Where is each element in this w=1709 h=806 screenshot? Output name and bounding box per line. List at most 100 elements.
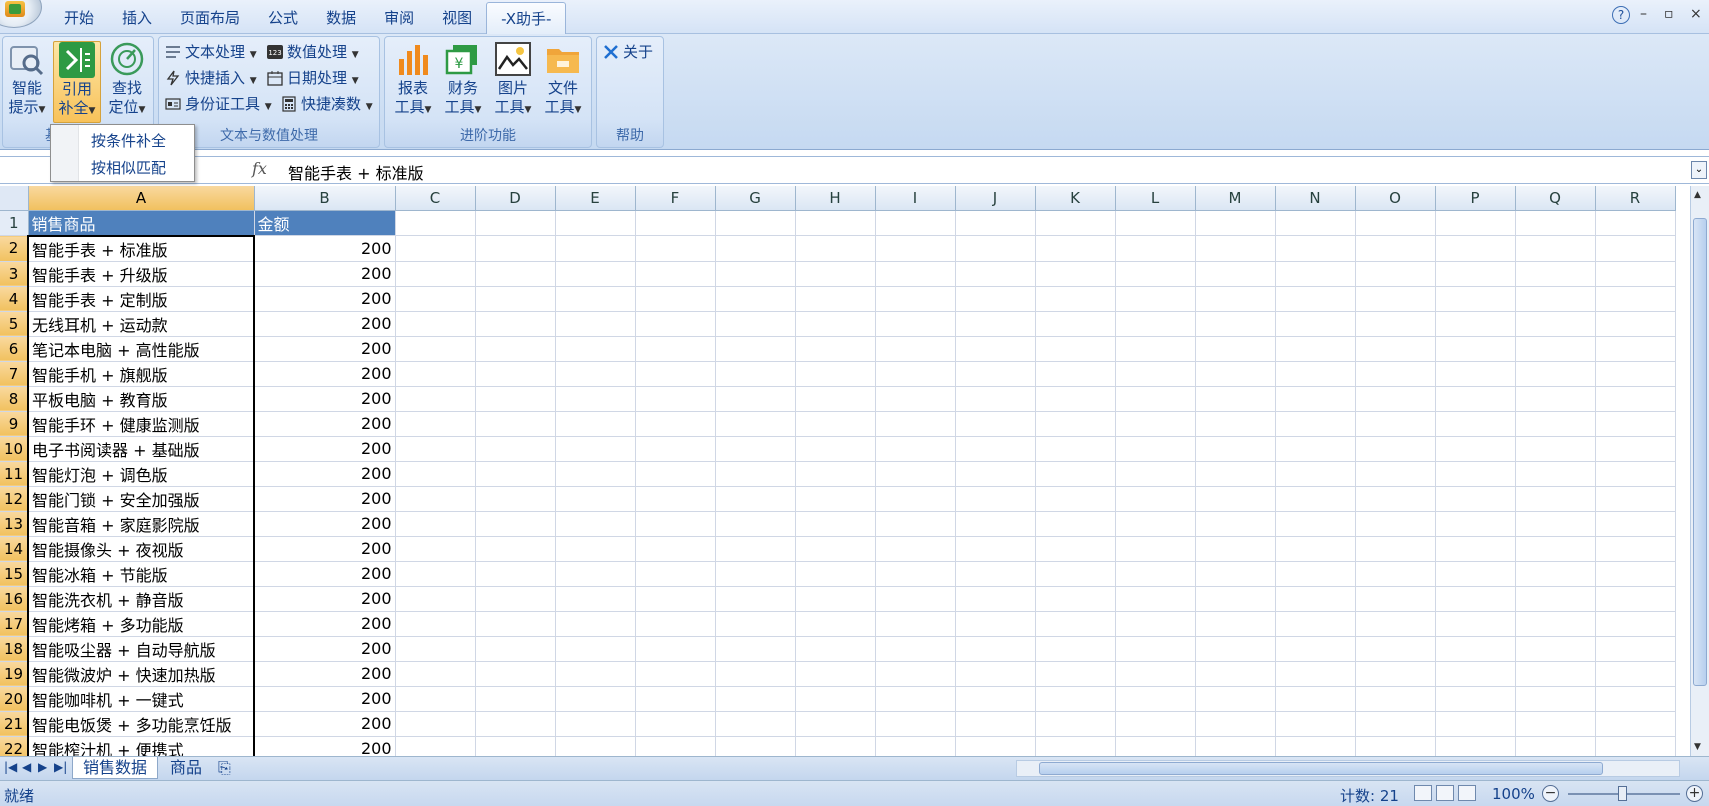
cell[interactable] xyxy=(635,261,716,287)
cell[interactable] xyxy=(1195,586,1276,612)
cell[interactable] xyxy=(875,311,956,337)
cell[interactable] xyxy=(1195,686,1276,712)
cell[interactable] xyxy=(715,210,796,236)
cell[interactable] xyxy=(1595,561,1676,587)
row-header[interactable]: 16 xyxy=(0,586,29,612)
cell[interactable] xyxy=(1595,711,1676,737)
cell[interactable] xyxy=(1275,561,1356,587)
cell-b[interactable]: 200 xyxy=(254,636,396,662)
cell[interactable] xyxy=(1035,436,1116,462)
cell-b[interactable]: 200 xyxy=(254,361,396,387)
cell-a[interactable]: 电子书阅读器 + 基础版 xyxy=(27,436,255,462)
cell[interactable] xyxy=(1435,711,1516,737)
cell[interactable] xyxy=(1035,511,1116,537)
cell[interactable] xyxy=(1515,286,1596,312)
cell[interactable] xyxy=(635,411,716,437)
cell-b[interactable]: 200 xyxy=(254,536,396,562)
cell[interactable] xyxy=(395,210,476,236)
cell[interactable] xyxy=(795,361,876,387)
cell[interactable] xyxy=(955,636,1036,662)
cell[interactable] xyxy=(1355,336,1436,362)
cell[interactable] xyxy=(1195,361,1276,387)
cell[interactable] xyxy=(1515,361,1596,387)
cell[interactable] xyxy=(1435,511,1516,537)
cell-a[interactable]: 平板电脑 + 教育版 xyxy=(27,386,255,412)
cell[interactable] xyxy=(1595,235,1676,262)
cell[interactable] xyxy=(955,661,1036,687)
cell[interactable] xyxy=(1275,235,1356,262)
cell-b[interactable]: 200 xyxy=(254,311,396,337)
cell[interactable] xyxy=(475,686,556,712)
cell[interactable] xyxy=(1355,486,1436,512)
page-break-view-icon[interactable] xyxy=(1458,785,1476,801)
cell[interactable] xyxy=(1115,661,1196,687)
cell[interactable] xyxy=(1275,686,1356,712)
cell[interactable] xyxy=(955,686,1036,712)
image-tool-button[interactable]: 图片 工具▼ xyxy=(489,41,537,123)
cell[interactable] xyxy=(1435,561,1516,587)
cell[interactable] xyxy=(1595,311,1676,337)
cell[interactable] xyxy=(555,586,636,612)
cell[interactable] xyxy=(395,461,476,487)
cell[interactable] xyxy=(875,636,956,662)
cell-a[interactable]: 智能手表 + 升级版 xyxy=(27,261,255,287)
cell[interactable] xyxy=(1435,411,1516,437)
next-sheet-icon[interactable]: ▶ xyxy=(38,760,47,774)
cell[interactable] xyxy=(1275,636,1356,662)
cell[interactable] xyxy=(1115,210,1196,236)
cell[interactable] xyxy=(1035,286,1116,312)
cell[interactable] xyxy=(1115,286,1196,312)
cell-b[interactable]: 200 xyxy=(254,461,396,487)
horizontal-scrollbar[interactable] xyxy=(1016,760,1680,777)
cell[interactable] xyxy=(475,336,556,362)
column-header[interactable]: O xyxy=(1355,186,1436,211)
cell[interactable] xyxy=(1515,261,1596,287)
tab-x-helper[interactable]: -X助手- xyxy=(486,2,567,34)
cell[interactable] xyxy=(395,286,476,312)
cell[interactable] xyxy=(1035,636,1116,662)
cell[interactable] xyxy=(1515,235,1596,262)
cell[interactable] xyxy=(1515,511,1596,537)
cell[interactable] xyxy=(1275,661,1356,687)
cell[interactable] xyxy=(395,561,476,587)
cell-a[interactable]: 无线耳机 + 运动款 xyxy=(27,311,255,337)
cell[interactable] xyxy=(1035,386,1116,412)
row-header[interactable]: 17 xyxy=(0,611,29,637)
row-header[interactable]: 1 xyxy=(0,210,29,236)
cell[interactable] xyxy=(475,486,556,512)
cell[interactable] xyxy=(795,561,876,587)
cell[interactable] xyxy=(555,411,636,437)
cell[interactable] xyxy=(1355,611,1436,637)
cell-b[interactable]: 200 xyxy=(254,586,396,612)
cell[interactable] xyxy=(635,611,716,637)
cell[interactable] xyxy=(715,436,796,462)
cell[interactable] xyxy=(635,386,716,412)
cell[interactable] xyxy=(715,661,796,687)
column-header[interactable]: K xyxy=(1035,186,1116,211)
cell-a[interactable]: 智能手表 + 定制版 xyxy=(27,286,255,312)
quick-sum-button[interactable]: 快捷凑数 ▼ xyxy=(281,93,373,115)
cell[interactable] xyxy=(1195,611,1276,637)
cell[interactable] xyxy=(555,511,636,537)
cell[interactable] xyxy=(715,411,796,437)
cell[interactable] xyxy=(1435,686,1516,712)
cell[interactable] xyxy=(1435,461,1516,487)
cell-b[interactable]: 200 xyxy=(254,686,396,712)
cell[interactable] xyxy=(555,561,636,587)
cell[interactable] xyxy=(1275,336,1356,362)
cell[interactable] xyxy=(1595,361,1676,387)
cell[interactable] xyxy=(875,436,956,462)
cell-a[interactable]: 智能手环 + 健康监测版 xyxy=(27,411,255,437)
cell-b[interactable]: 200 xyxy=(254,411,396,437)
cell[interactable] xyxy=(955,261,1036,287)
restore-icon[interactable]: ▫ xyxy=(1664,6,1674,22)
cell[interactable] xyxy=(955,486,1036,512)
cell[interactable] xyxy=(955,386,1036,412)
cell[interactable] xyxy=(715,586,796,612)
cell[interactable] xyxy=(1035,486,1116,512)
cell[interactable] xyxy=(1435,261,1516,287)
cell[interactable] xyxy=(1115,235,1196,262)
cell[interactable] xyxy=(795,386,876,412)
cell[interactable] xyxy=(475,210,556,236)
cell[interactable] xyxy=(1355,661,1436,687)
